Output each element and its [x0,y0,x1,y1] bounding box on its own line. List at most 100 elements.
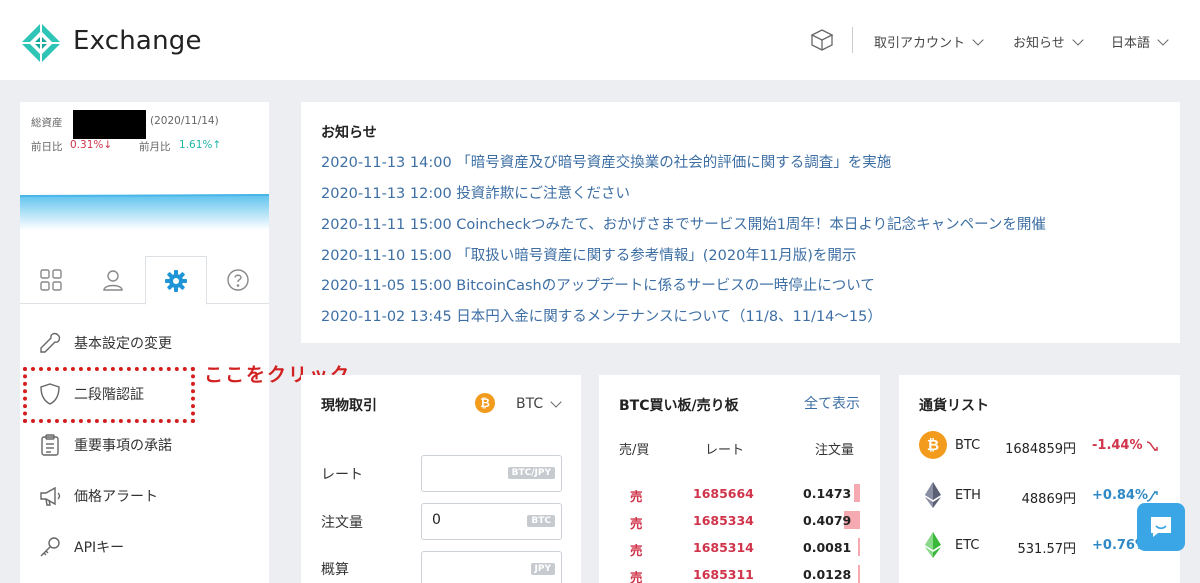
tab-dashboard[interactable] [20,256,82,304]
bitcoin-icon: ₿ [475,393,495,413]
coin-list-panel: 通貨リスト ₿ BTC 1684859円 -1.44% ETH 48869円 +… [899,375,1180,583]
key-icon [40,537,60,557]
depth-bar [858,565,860,583]
coin-price: 531.57円 [1017,542,1077,557]
asset-summary: 総資産 (2020/11/14) 前日比 0.31%↓ 前月比 1.61%↑ [20,102,269,252]
chevron-down-icon [550,396,562,408]
order-side: 売 [630,543,643,558]
order-side: 売 [630,516,643,531]
notice-link[interactable]: 2020-11-05 15:00 BitcoinCashのアップデートに係るサー… [321,274,875,295]
user-icon [103,270,123,291]
nav-trade-account[interactable]: 取引アカウント [874,32,984,51]
menu-important-terms[interactable]: 重要事項の承諾 [38,430,172,460]
nav-label: 取引アカウント [874,36,966,51]
notices-title: お知らせ [321,125,377,141]
order-rate: 1685664 [693,486,754,501]
sidebar-tabs [20,256,269,305]
estimate-unit-badge: JPY [530,563,555,575]
exchange-logo-icon[interactable] [20,22,62,64]
quantity-label: 注文量 [321,515,363,531]
menu-label: 価格アラート [74,489,158,505]
chevron-down-icon [1072,33,1084,46]
depth-bar [854,484,860,502]
total-assets-label: 総資産 [31,117,63,129]
order-book-row[interactable]: 売 1685311 0.0128 [599,563,880,583]
rate-unit-badge: BTC/JPY [507,467,555,479]
order-book-title: BTC買い板/売り板 [619,398,739,414]
spot-trade-panel: 現物取引 ₿ BTC レート BTC/JPY 注文量 0 BTC 概算 JPY [301,375,581,583]
question-icon [227,269,249,291]
estimate-label: 概算 [321,562,349,578]
order-book-row[interactable]: 売 1685664 0.1473 [599,482,880,506]
chevron-down-icon [972,33,984,46]
show-all-link[interactable]: 全て表示 [804,393,860,413]
quantity-value: 0 [432,512,441,528]
megaphone-icon [40,486,61,506]
tab-profile[interactable] [82,256,144,304]
order-side: 売 [630,570,643,583]
quantity-input[interactable]: 0 BTC [421,503,562,540]
coin-change: -1.44% [1092,438,1143,453]
notice-link[interactable]: 2020-11-10 15:00 「取扱い暗号資産に関する参考情報」(2020年… [321,244,856,265]
brand-name[interactable]: Exchange [73,26,202,56]
rate-input[interactable]: BTC/JPY [421,455,562,492]
bitcoin-icon: ₿ [919,431,947,459]
rate-label: レート [321,467,363,483]
asset-chart-area [20,194,269,230]
asset-date: (2020/11/14) [150,115,219,127]
order-qty: 0.0081 [803,540,852,555]
col-header-side: 売/買 [619,443,650,458]
nav-notices[interactable]: お知らせ [1013,32,1084,51]
order-rate: 1685314 [693,540,754,555]
chat-bubble-icon [1151,517,1171,537]
grid-icon [40,269,62,291]
col-header-rate: レート [705,443,745,458]
day-change-value: 0.31%↓ [70,139,113,151]
coin-row-btc[interactable]: ₿ BTC 1684859円 -1.44% [899,431,1180,465]
menu-label: APIキー [74,540,125,556]
tab-help[interactable] [207,256,269,304]
menu-label: 基本設定の変更 [74,336,172,352]
trend-down-icon [1146,441,1158,451]
pair-selector[interactable]: BTC [516,396,562,412]
coin-symbol: BTC [955,438,981,453]
order-book-row[interactable]: 売 1685334 0.4079 [599,509,880,533]
col-header-qty: 注文量 [815,443,855,458]
ethereum-classic-icon [925,532,941,558]
notice-link[interactable]: 2020-11-13 12:00 投資詐欺にご注意ください [321,182,630,203]
clipboard-icon [41,434,59,456]
notices-panel: お知らせ 2020-11-13 14:00 「暗号資産及び暗号資産交換業の社会的… [301,102,1180,343]
menu-price-alert[interactable]: 価格アラート [38,481,158,511]
nav-label: 日本語 [1111,36,1151,51]
order-rate: 1685334 [693,513,754,528]
order-qty: 0.0128 [803,567,852,582]
menu-api-key[interactable]: APIキー [38,532,124,562]
depth-bar [858,538,860,556]
estimate-input[interactable]: JPY [421,551,562,583]
gear-icon [165,269,187,292]
ethereum-icon [925,482,941,508]
order-qty: 0.4079 [803,513,852,528]
order-qty: 0.1473 [803,486,852,501]
month-change-label: 前月比 [139,141,171,153]
notice-link[interactable]: 2020-11-11 15:00 Coincheckつみたて、おかげさまでサービ… [321,213,1046,234]
order-rate: 1685311 [693,567,754,582]
menu-basic-settings[interactable]: 基本設定の変更 [38,328,172,358]
tab-settings[interactable] [145,256,207,305]
wrench-icon [40,332,61,353]
day-change-label: 前日比 [31,141,63,153]
trend-up-icon [1146,491,1158,502]
cube-icon[interactable] [810,28,834,52]
nav-label: お知らせ [1013,36,1065,51]
order-book-row[interactable]: 売 1685314 0.0081 [599,536,880,560]
chat-button[interactable] [1137,503,1185,551]
chevron-down-icon [1157,33,1169,46]
notice-link[interactable]: 2020-11-02 13:45 日本円入金に関するメンテナンスについて（11/… [321,305,882,326]
notice-link[interactable]: 2020-11-13 14:00 「暗号資産及び暗号資産交換業の社会的評価に関す… [321,151,891,172]
menu-label: 重要事項の承諾 [74,438,172,454]
order-book-panel: BTC買い板/売り板 全て表示 売/買 レート 注文量 売 1685664 0.14… [599,375,880,583]
redacted-amount [73,110,146,139]
coin-change: +0.84% [1092,488,1148,503]
account-sidebar: 総資産 (2020/11/14) 前日比 0.31%↓ 前月比 1.61%↑ 基… [20,102,269,583]
nav-language[interactable]: 日本語 [1111,32,1169,51]
